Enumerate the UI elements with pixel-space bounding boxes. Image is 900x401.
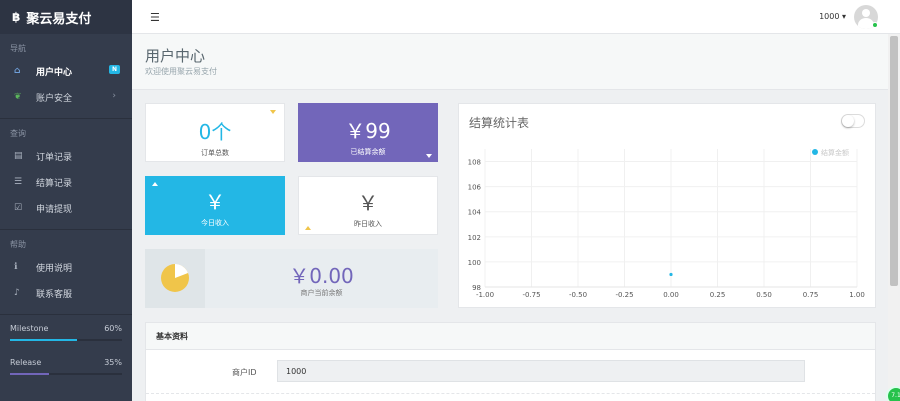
sidebar-item-label: 用户中心 (36, 67, 73, 78)
stat-label: 商户当前余额 (300, 289, 343, 297)
leaf-icon: ❦ (14, 92, 22, 102)
sidebar-item-label: 账户安全 (36, 93, 73, 104)
x-tick-label: 0.25 (710, 291, 726, 299)
y-tick-label: 104 (468, 209, 482, 217)
divider (146, 393, 875, 394)
nav-heading-nav: 导航 (10, 44, 26, 53)
basic-info-heading: 基本资料 (146, 323, 875, 350)
sidebar-item-settlements[interactable]: ☰ 结算记录 (0, 169, 132, 195)
x-tick-label: 0.50 (756, 291, 772, 299)
home-icon: ⌂ (14, 66, 21, 76)
list-icon: ☰ (14, 177, 23, 187)
stat-current-balance[interactable]: ￥0.00 商户当前余额 (145, 249, 438, 308)
stat-label: 已结算余额 (350, 148, 386, 156)
legend-label: 结算金额 (821, 148, 849, 157)
progress-release: Release 35% (0, 349, 132, 383)
data-point (669, 272, 673, 277)
stat-value: ￥ (205, 190, 225, 214)
document-icon: ▤ (14, 151, 23, 161)
balance-pie-icon (161, 264, 189, 292)
y-tick-label: 102 (468, 234, 481, 242)
chevron-right-icon: › (112, 91, 116, 101)
x-tick-label: 0.75 (803, 291, 819, 299)
x-tick-label: -0.25 (615, 291, 633, 299)
nav-heading-help: 帮助 (10, 240, 26, 249)
stat-label: 订单总数 (201, 149, 229, 157)
y-tick-label: 98 (472, 284, 481, 292)
sidebar-item-withdraw[interactable]: ☑ 申请提现 (0, 195, 132, 221)
stat-settled-balance[interactable]: ￥99 已结算余额 (298, 103, 438, 162)
info-icon: ℹ (14, 262, 18, 272)
sidebar-item-label: 联系客服 (36, 289, 73, 300)
sidebar-item-user-center[interactable]: ⌂ 用户中心 N (0, 58, 132, 84)
y-tick-label: 106 (468, 184, 482, 192)
pie-icon-wrap (145, 249, 205, 308)
page-subtitle: 欢迎使用聚云易支付 (145, 67, 217, 76)
x-tick-label: 0.00 (663, 291, 679, 299)
floating-badge[interactable]: 7.1 (886, 386, 900, 401)
bell-icon: ♪ (14, 288, 20, 298)
corner-triangle-icon (270, 110, 276, 114)
x-tick-label: -0.50 (569, 291, 587, 299)
sidebar-item-label: 结算记录 (36, 178, 73, 189)
stat-label: 昨日收入 (354, 220, 382, 228)
progress-track (10, 339, 122, 341)
page-scrollbar[interactable] (888, 34, 900, 401)
progress-label: Milestone (10, 324, 49, 333)
progress-fill (10, 373, 50, 375)
stat-value: 0个 (198, 120, 232, 144)
user-dropdown[interactable]: 1000 ▾ (819, 12, 846, 21)
sidebar: ฿ 聚云易支付 导航 ⌂ 用户中心 N ❦ 账户安全 › 查询 ▤ 订单记录 ☰… (0, 0, 132, 401)
menu-toggle-icon[interactable]: ☰ (150, 11, 160, 24)
avatar-head (862, 9, 870, 17)
brand-name: 聚云易支付 (26, 11, 92, 27)
y-tick-label: 100 (468, 259, 481, 267)
stat-value: ￥99 (345, 119, 391, 143)
stat-today-income[interactable]: ￥ 今日收入 (145, 176, 285, 235)
online-status-dot (872, 22, 878, 28)
sidebar-item-support[interactable]: ♪ 联系客服 (0, 280, 132, 306)
sidebar-item-label: 使用说明 (36, 263, 73, 274)
scrollbar-thumb[interactable] (890, 36, 898, 286)
merchant-id-label: 商户ID (232, 368, 257, 377)
page-header: 用户中心 欢迎使用聚云易支付 (132, 34, 888, 90)
new-badge: N (108, 65, 120, 74)
bitcoin-icon: ฿ (12, 10, 21, 24)
sidebar-item-label: 申请提现 (36, 204, 73, 215)
progress-label: Release (10, 358, 42, 367)
sidebar-item-orders[interactable]: ▤ 订单记录 (0, 143, 132, 169)
page-title: 用户中心 (145, 47, 206, 65)
x-tick-label: -1.00 (476, 291, 494, 299)
settlement-chart-panel: 结算统计表 -1.00 -0.75 -0.50 -0.25 0.00 0.25 0.50 0.… (458, 103, 876, 308)
basic-info-panel: 基本资料 商户ID (145, 322, 876, 401)
legend-marker (812, 149, 818, 155)
stat-orders[interactable]: 0个 订单总数 (145, 103, 285, 162)
settlement-chart: -1.00 -0.75 -0.50 -0.25 0.00 0.25 0.50 0.75 1.00… (468, 148, 865, 299)
x-tick-label: -0.75 (522, 291, 540, 299)
merchant-id-field[interactable] (277, 360, 805, 382)
check-square-icon: ☑ (14, 203, 23, 213)
corner-triangle-icon (426, 154, 432, 158)
y-tick-label: 108 (468, 159, 481, 167)
progress-milestone: Milestone 60% (0, 315, 132, 349)
progress-track (10, 373, 122, 375)
stat-value: ￥ (358, 191, 378, 215)
progress-value: 60% (104, 324, 122, 333)
corner-triangle-icon (152, 182, 158, 186)
stat-value: ￥0.00 (289, 264, 354, 288)
stat-label: 今日收入 (201, 219, 229, 227)
progress-fill (10, 339, 78, 341)
top-bar: ☰ 1000 ▾ (132, 0, 900, 34)
corner-triangle-icon (305, 226, 311, 230)
x-tick-label: 1.00 (849, 291, 865, 299)
progress-value: 35% (104, 358, 122, 367)
brand[interactable]: ฿ 聚云易支付 (0, 0, 132, 34)
sidebar-item-account-security[interactable]: ❦ 账户安全 › (0, 84, 132, 110)
nav-heading-query: 查询 (10, 129, 26, 138)
stat-yesterday-income[interactable]: ￥ 昨日收入 (298, 176, 438, 235)
sidebar-item-label: 订单记录 (36, 152, 73, 163)
sidebar-item-instructions[interactable]: ℹ 使用说明 (0, 254, 132, 280)
